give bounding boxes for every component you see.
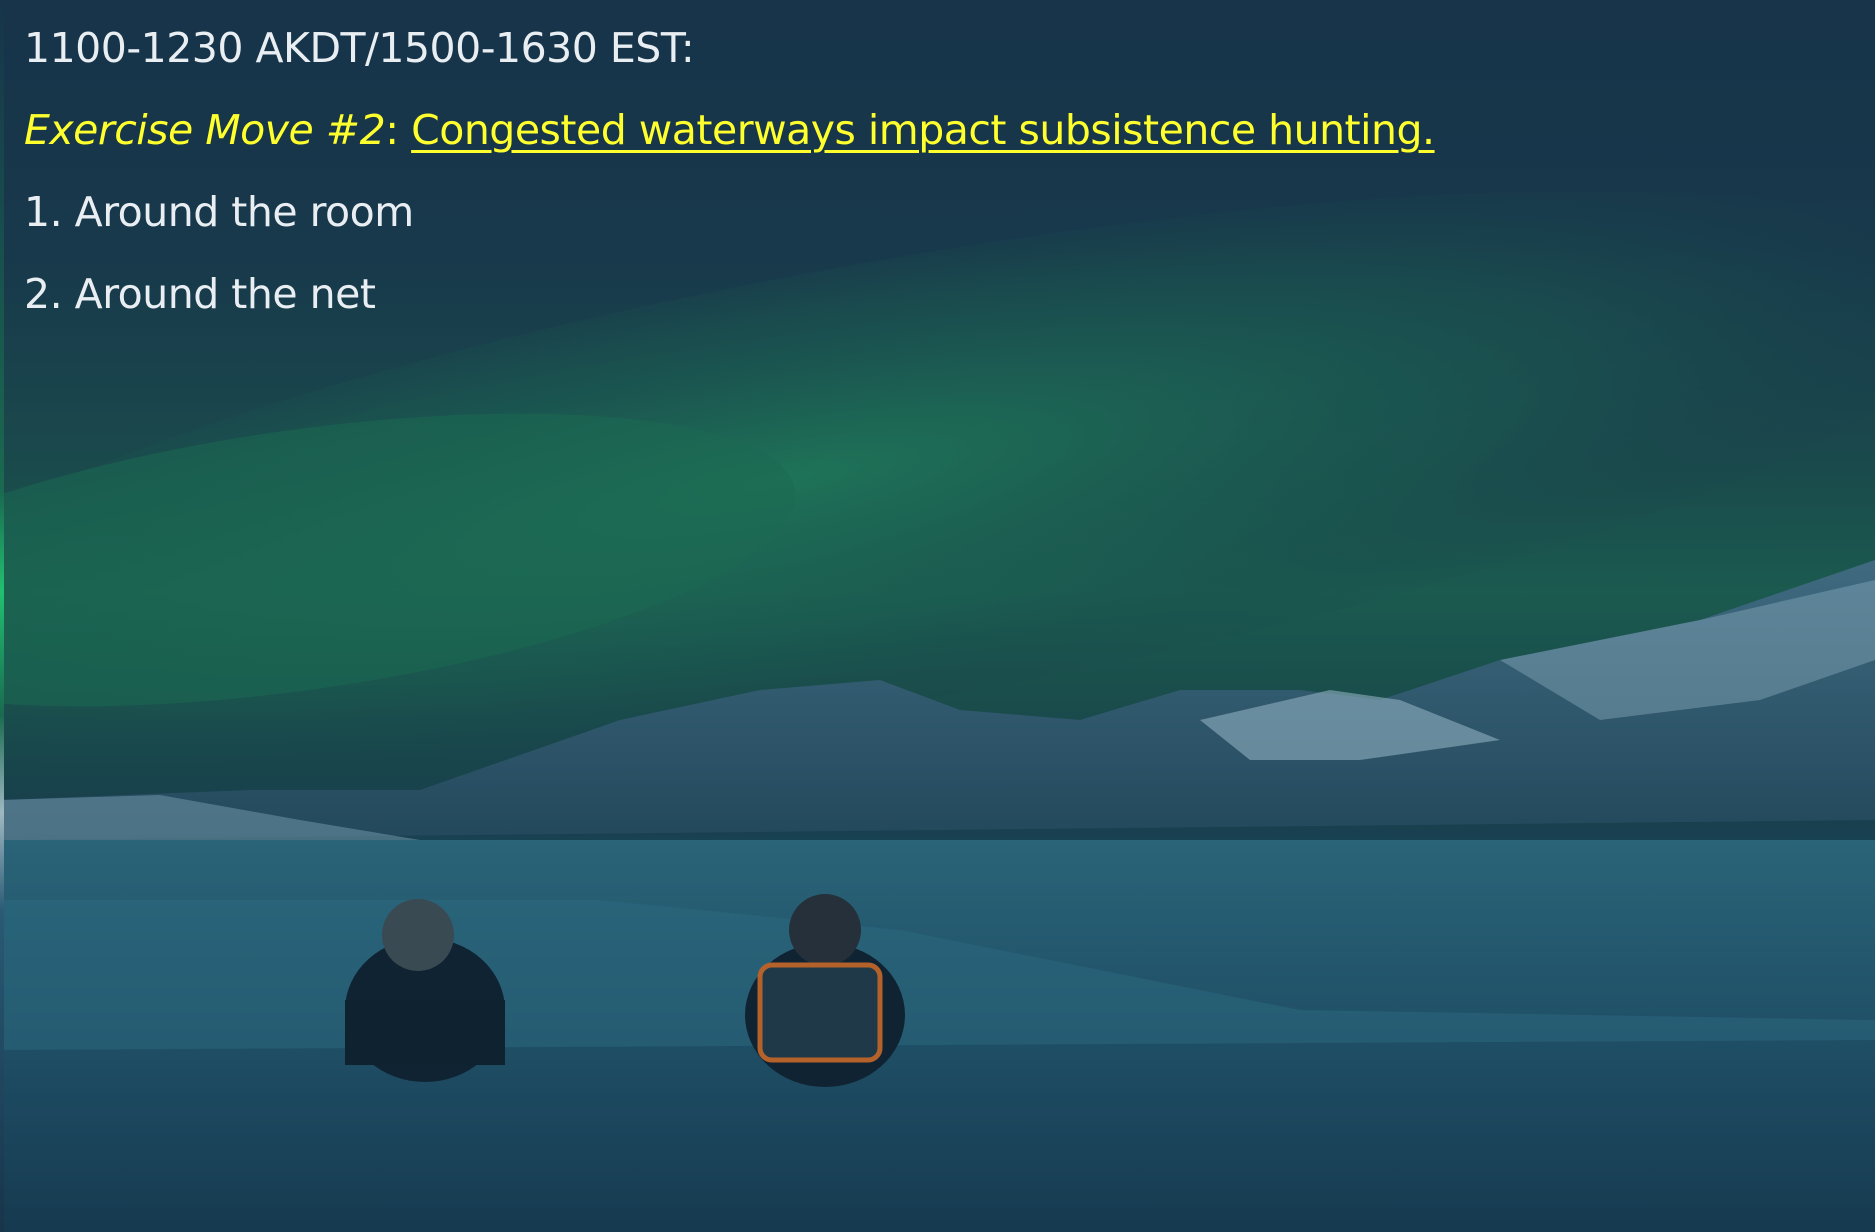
slide: 1100-1230 AKDT/1500-1630 EST: Exercise M…	[0, 0, 1875, 1232]
list-item-text: Around the net	[74, 270, 376, 318]
time-heading-text: 1100-1230 AKDT/1500-1630 EST:	[24, 24, 695, 72]
list-item-number: 1.	[24, 188, 63, 236]
list-item-text: Around the room	[74, 188, 415, 236]
list-item-number: 2.	[24, 270, 63, 318]
slide-text-block: 1100-1230 AKDT/1500-1630 EST: Exercise M…	[24, 18, 1844, 346]
exercise-move-label: Exercise Move #2	[24, 106, 386, 154]
list-item: 2. Around the net	[24, 264, 1844, 346]
exercise-move-line: Exercise Move #2: Congested waterways im…	[24, 100, 1844, 182]
exercise-move-separator: :	[385, 106, 399, 154]
exercise-move-topic-link[interactable]: Congested waterways impact subsistence h…	[411, 106, 1435, 154]
time-heading: 1100-1230 AKDT/1500-1630 EST:	[24, 18, 1844, 100]
list-item: 1. Around the room	[24, 182, 1844, 264]
left-edge-strip	[0, 0, 4, 1232]
